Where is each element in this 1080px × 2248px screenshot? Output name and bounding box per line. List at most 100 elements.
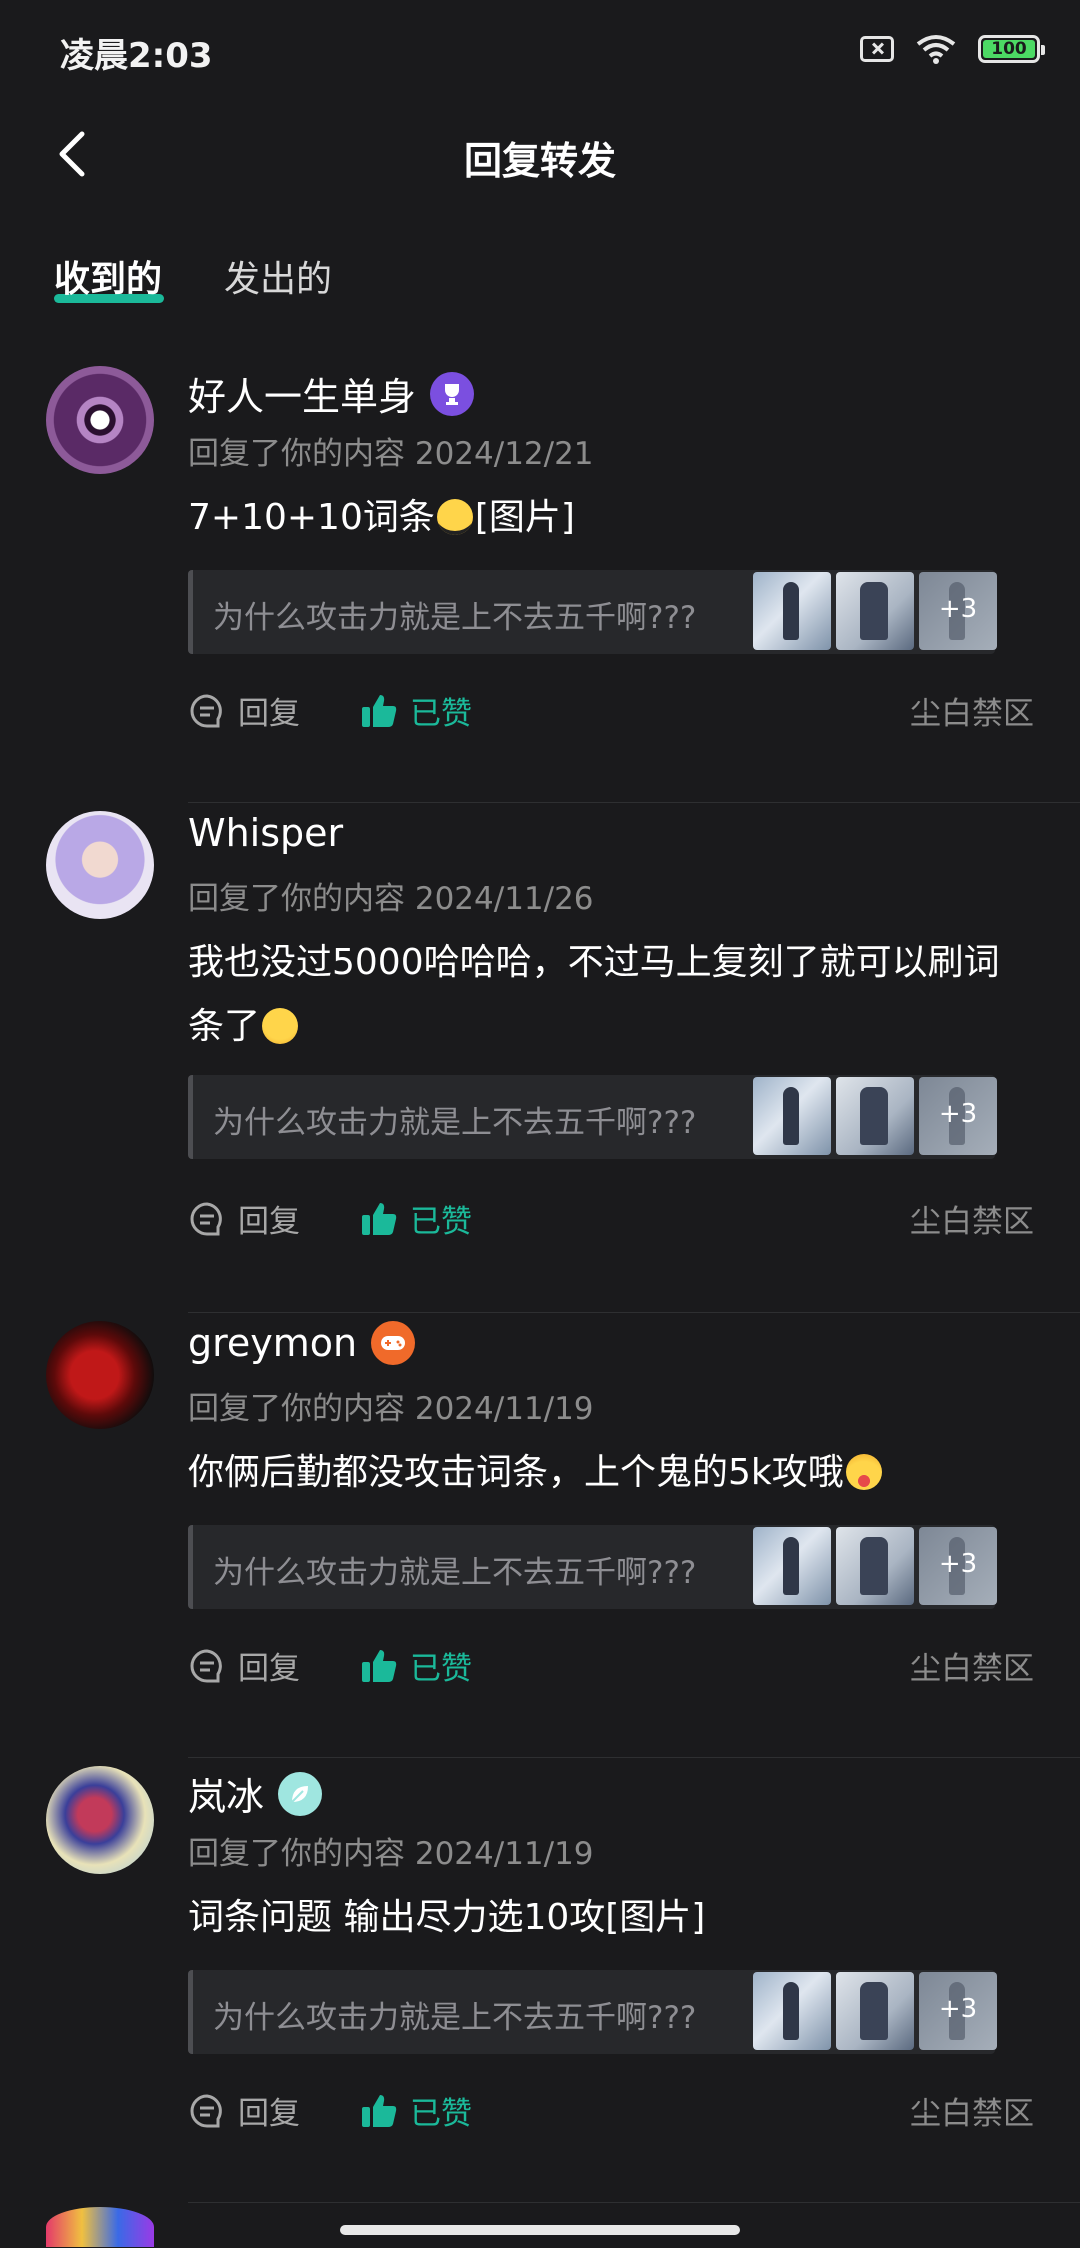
- like-button[interactable]: 已赞: [360, 2088, 472, 2133]
- nav-bar: 回复转发: [0, 100, 1080, 210]
- like-button[interactable]: 已赞: [360, 688, 472, 733]
- avatar[interactable]: [46, 811, 154, 919]
- action-bar: 回复 已赞 尘白禁区: [188, 1196, 1034, 1240]
- list-item[interactable]: greymon 回复了你的内容 2024/11/19 你俩后勤都没攻击词条，上个…: [0, 1313, 1080, 1758]
- list-item-partial: [0, 2203, 1080, 2247]
- avatar[interactable]: [46, 1321, 154, 1429]
- tongue-emoji-icon: [845, 1454, 882, 1490]
- like-label: 已赞: [410, 2096, 472, 2132]
- username[interactable]: Whisper: [188, 811, 343, 855]
- image-thumbnail: [836, 1972, 914, 2050]
- reply-meta: 回复了你的内容 2024/11/19: [188, 1836, 594, 1872]
- reply-button[interactable]: 回复: [188, 1196, 300, 1241]
- quoted-post-text: 为什么攻击力就是上不去五千啊???: [213, 1555, 697, 1591]
- thumbs-up-icon: [362, 2094, 397, 2127]
- image-thumbnail: [753, 572, 831, 650]
- more-images-count: +3: [938, 1099, 978, 1129]
- list-item[interactable]: 岚冰 回复了你的内容 2024/11/19 词条问题 输出尽力选10攻[图片] …: [0, 1758, 1080, 2203]
- quoted-post[interactable]: 为什么攻击力就是上不去五千啊??? +3: [188, 1525, 997, 1609]
- image-thumbnail: +3: [919, 572, 997, 650]
- list-item[interactable]: 好人一生单身 回复了你的内容 2024/12/21 7+10+10词条 [图片] …: [0, 358, 1080, 803]
- reply-label: 回复: [238, 1204, 300, 1240]
- status-bar: 凌晨2:03 100: [0, 0, 1080, 100]
- reply-meta: 回复了你的内容 2024/11/19: [188, 1391, 594, 1427]
- image-thumbnail: [836, 1527, 914, 1605]
- quoted-post-images: +3: [753, 1972, 997, 2050]
- action-bar: 回复 已赞 尘白禁区: [188, 688, 1034, 732]
- quoted-post-images: +3: [753, 572, 997, 650]
- reply-text: 你俩后勤都没攻击词条，上个鬼的5k攻哦: [188, 1452, 844, 1493]
- no-sim-icon: [860, 36, 894, 62]
- source-community[interactable]: 尘白禁区: [910, 688, 1034, 733]
- status-icons: 100: [860, 34, 1045, 64]
- image-thumbnail: [753, 1527, 831, 1605]
- avatar[interactable]: [46, 1766, 154, 1874]
- reply-content: 词条问题 输出尽力选10攻[图片]: [188, 1886, 1028, 1950]
- reply-label: 回复: [238, 2096, 300, 2132]
- source-community[interactable]: 尘白禁区: [910, 2088, 1034, 2133]
- like-label: 已赞: [410, 696, 472, 732]
- more-images-count: +3: [938, 1994, 978, 2024]
- image-thumbnail: [753, 1972, 831, 2050]
- quoted-post[interactable]: 为什么攻击力就是上不去五千啊??? +3: [188, 1075, 997, 1159]
- thumbs-up-icon: [362, 1649, 397, 1682]
- thumbs-up-icon: [362, 694, 397, 727]
- home-indicator[interactable]: [340, 2225, 740, 2235]
- like-button[interactable]: 已赞: [360, 1643, 472, 1688]
- kiss-emoji-icon: [262, 1008, 299, 1044]
- gamepad-icon: [371, 1321, 416, 1365]
- reply-label: 回复: [238, 1651, 300, 1687]
- battery-icon: 100: [978, 35, 1045, 63]
- avatar[interactable]: [46, 366, 154, 474]
- source-community[interactable]: 尘白禁区: [910, 1196, 1034, 1241]
- tab-received[interactable]: 收到的: [54, 250, 162, 302]
- wifi-icon: [916, 35, 956, 64]
- reply-text-suffix: [图片]: [474, 497, 575, 538]
- quoted-post[interactable]: 为什么攻击力就是上不去五千啊??? +3: [188, 570, 997, 654]
- image-thumbnail: [836, 1077, 914, 1155]
- quoted-post-text: 为什么攻击力就是上不去五千啊???: [213, 2000, 697, 2036]
- like-button[interactable]: 已赞: [360, 1196, 472, 1241]
- reply-button[interactable]: 回复: [188, 1643, 300, 1688]
- image-thumbnail: [753, 1077, 831, 1155]
- reply-text: 词条问题 输出尽力选10攻[图片]: [188, 1897, 706, 1938]
- quoted-post[interactable]: 为什么攻击力就是上不去五千啊??? +3: [188, 1970, 997, 2054]
- more-images-count: +3: [938, 594, 978, 624]
- quoted-post-text: 为什么攻击力就是上不去五千啊???: [213, 600, 697, 636]
- comment-icon: [190, 1201, 222, 1235]
- page-title: 回复转发: [463, 139, 616, 183]
- avatar: [46, 2207, 154, 2247]
- reply-content: 我也没过5000哈哈哈，不过马上复刻了就可以刷词条了: [188, 931, 1028, 1059]
- action-bar: 回复 已赞 尘白禁区: [188, 2088, 1034, 2132]
- reply-text: 7+10+10词条: [188, 497, 435, 538]
- reply-button[interactable]: 回复: [188, 2088, 300, 2133]
- quoted-post-images: +3: [753, 1077, 997, 1155]
- username[interactable]: greymon: [188, 1321, 357, 1365]
- reply-meta: 回复了你的内容 2024/11/26: [188, 881, 594, 917]
- username[interactable]: 岚冰: [188, 1766, 264, 1821]
- reply-text: 我也没过5000哈哈哈，不过马上复刻了就可以刷词条了: [188, 942, 1000, 1047]
- source-community[interactable]: 尘白禁区: [910, 1643, 1034, 1688]
- like-label: 已赞: [410, 1651, 472, 1687]
- image-thumbnail: +3: [919, 1527, 997, 1605]
- action-bar: 回复 已赞 尘白禁区: [188, 1643, 1034, 1687]
- sunglasses-emoji-icon: [436, 499, 473, 535]
- quoted-post-images: +3: [753, 1527, 997, 1605]
- comment-icon: [190, 693, 222, 727]
- reply-button[interactable]: 回复: [188, 688, 300, 733]
- comment-icon: [190, 2093, 222, 2127]
- list-item[interactable]: Whisper 回复了你的内容 2024/11/26 我也没过5000哈哈哈，不…: [0, 803, 1080, 1313]
- like-label: 已赞: [410, 1204, 472, 1240]
- tab-sent[interactable]: 发出的: [224, 250, 332, 302]
- tab-bar: 收到的 发出的: [0, 250, 1080, 310]
- trophy-icon: [430, 371, 475, 416]
- reply-meta: 回复了你的内容 2024/12/21: [188, 436, 594, 472]
- status-time: 凌晨2:03: [60, 36, 213, 76]
- image-thumbnail: [836, 572, 914, 650]
- leaf-icon: [278, 1771, 323, 1816]
- username[interactable]: 好人一生单身: [188, 366, 416, 421]
- quoted-post-text: 为什么攻击力就是上不去五千啊???: [213, 1105, 697, 1141]
- battery-level: 100: [983, 40, 1035, 58]
- comment-icon: [190, 1648, 222, 1682]
- thumbs-up-icon: [362, 1202, 397, 1235]
